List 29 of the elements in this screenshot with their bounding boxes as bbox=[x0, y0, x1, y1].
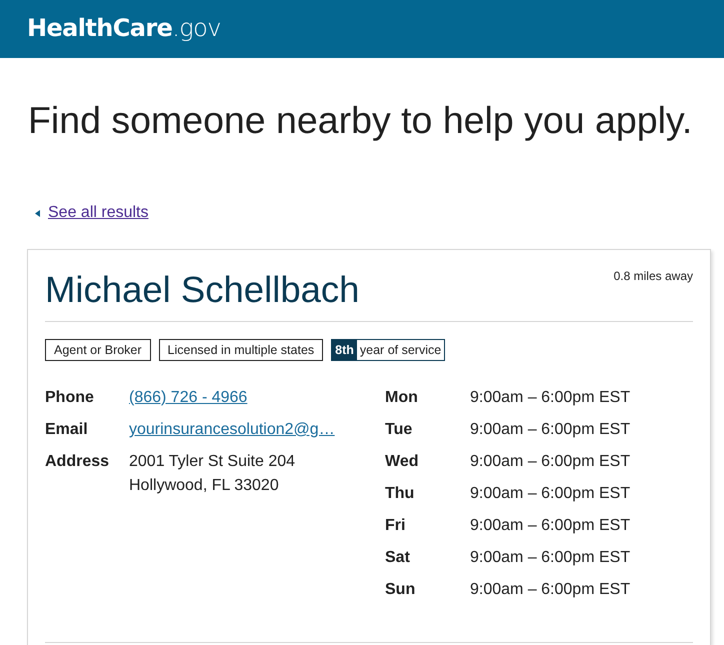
caret-left-icon bbox=[35, 210, 40, 216]
hours-text: 9:00am – 6:00pm EST bbox=[470, 548, 630, 568]
hours-text: 9:00am – 6:00pm EST bbox=[470, 420, 630, 440]
see-all-results-link[interactable]: See all results bbox=[48, 201, 148, 225]
contact-link[interactable]: (866) 726 - 4966 bbox=[129, 386, 248, 410]
hours-text: 9:00am – 6:00pm EST bbox=[470, 452, 630, 472]
agent-name: Michael Schellbach bbox=[45, 268, 360, 312]
distance-text: 0.8 miles away bbox=[614, 268, 693, 284]
contact-link[interactable]: yourinsurancesolution2@g… bbox=[129, 418, 335, 442]
tag: Licensed in multiple states bbox=[158, 339, 324, 361]
tag: Agent or Broker bbox=[45, 339, 151, 361]
day-label: Thu bbox=[385, 484, 416, 504]
day-label: Sun bbox=[385, 580, 416, 600]
detail-label: Email bbox=[45, 420, 89, 440]
hours-text: 9:00am – 6:00pm EST bbox=[470, 484, 630, 504]
day-label: Mon bbox=[385, 388, 419, 408]
address-text: 2001 Tyler St Suite 204 Hollywood, FL 33020 bbox=[129, 452, 296, 496]
hours-text: 9:00am – 6:00pm EST bbox=[470, 388, 630, 408]
day-label: Sat bbox=[385, 548, 411, 568]
hours-text: 9:00am – 6:00pm EST bbox=[470, 516, 630, 536]
day-label: Tue bbox=[385, 420, 414, 440]
hours-text: 9:00am – 6:00pm EST bbox=[470, 580, 630, 600]
page-title: Find someone nearby to help you apply. bbox=[28, 98, 694, 142]
detail-label: Phone bbox=[45, 388, 95, 408]
site-logo[interactable]: HealthCare.gov bbox=[27, 13, 221, 43]
tag: 8th year of service bbox=[331, 339, 446, 361]
day-label: Fri bbox=[385, 516, 406, 536]
detail-label: Address bbox=[45, 452, 110, 472]
day-label: Wed bbox=[385, 452, 420, 472]
